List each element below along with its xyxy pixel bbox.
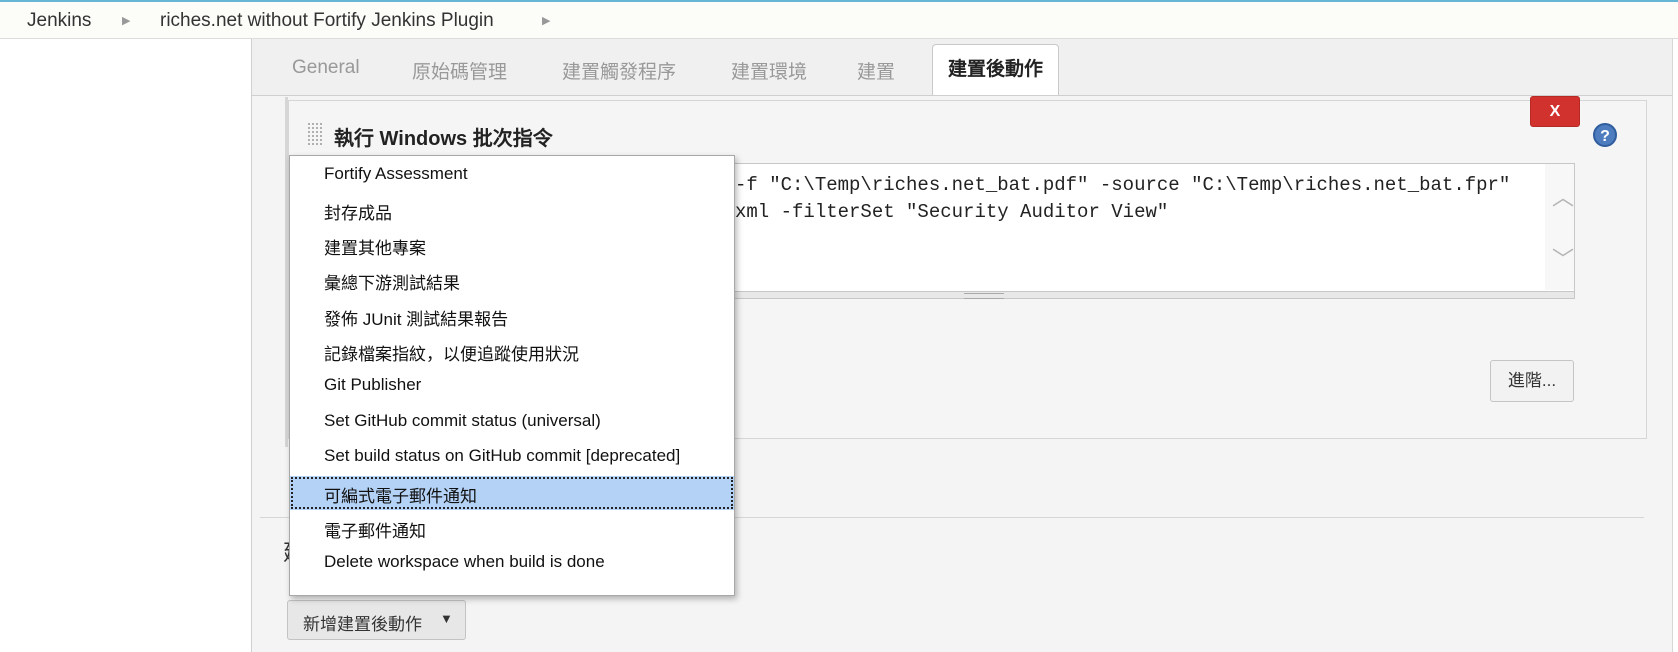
menu-item-build-other-projects[interactable]: 建置其他專案 bbox=[290, 228, 734, 262]
command-line-2: xml -filterSet "Security Auditor View" bbox=[735, 201, 1169, 223]
chevron-right-icon[interactable]: ▶ bbox=[122, 14, 130, 27]
tab-post-build-actions[interactable]: 建置後動作 bbox=[932, 44, 1060, 95]
tab-build-triggers[interactable]: 建置觸發程序 bbox=[562, 57, 676, 84]
menu-item-delete-workspace[interactable]: Delete workspace when build is done bbox=[290, 546, 734, 580]
menu-item-label: Delete workspace when build is done bbox=[324, 552, 605, 571]
build-step-title: 執行 Windows 批次指令 bbox=[334, 128, 553, 150]
drag-handle-icon[interactable] bbox=[307, 122, 323, 146]
menu-item-github-commit-status[interactable]: Set GitHub commit status (universal) bbox=[290, 405, 734, 439]
menu-item-label: Git Publisher bbox=[324, 375, 422, 394]
menu-item-label: 建置其他專案 bbox=[324, 239, 426, 258]
menu-item-email-notification[interactable]: 電子郵件通知 bbox=[290, 511, 734, 545]
breadcrumb-item-jenkins[interactable]: Jenkins bbox=[27, 10, 91, 32]
add-post-build-action-button[interactable]: 新增建置後動作 ▼ bbox=[287, 600, 466, 640]
caret-down-icon: ▼ bbox=[440, 611, 453, 626]
menu-item-editable-email[interactable]: 可編式電子郵件通知 bbox=[290, 476, 734, 510]
delete-step-button[interactable]: X bbox=[1530, 96, 1580, 127]
menu-item-label: 封存成品 bbox=[324, 204, 392, 223]
side-panel bbox=[0, 39, 252, 652]
menu-item-publish-junit[interactable]: 發佈 JUnit 測試結果報告 bbox=[290, 299, 734, 333]
breadcrumb-item-project[interactable]: riches.net without Fortify Jenkins Plugi… bbox=[160, 10, 494, 32]
add-post-build-action-label: 新增建置後動作 bbox=[303, 615, 422, 634]
chevron-right-icon[interactable]: ▶ bbox=[542, 14, 550, 27]
tab-source-code-management[interactable]: 原始碼管理 bbox=[412, 57, 507, 84]
menu-item-label: 發佈 JUnit 測試結果報告 bbox=[324, 310, 509, 329]
menu-item-github-build-status-deprecated[interactable]: Set build status on GitHub commit [depre… bbox=[290, 440, 734, 474]
menu-item-fortify-assessment[interactable]: Fortify Assessment bbox=[290, 158, 734, 192]
tab-build[interactable]: 建置 bbox=[857, 57, 895, 84]
help-icon[interactable]: ? bbox=[1593, 123, 1617, 147]
menu-item-label: 彙總下游測試結果 bbox=[324, 274, 460, 293]
advanced-button[interactable]: 進階... bbox=[1490, 360, 1574, 402]
menu-item-label: Fortify Assessment bbox=[324, 164, 468, 183]
menu-item-label: 可編式電子郵件通知 bbox=[324, 487, 477, 506]
menu-item-label: 電子郵件通知 bbox=[324, 522, 426, 541]
scroll-down-icon[interactable]: ﹀ bbox=[1552, 242, 1574, 274]
menu-item-label: Set build status on GitHub commit [depre… bbox=[324, 446, 681, 465]
menu-item-record-fingerprints[interactable]: 記錄檔案指紋，以便追蹤使用狀況 bbox=[290, 334, 734, 368]
scroll-up-icon[interactable]: ︿ bbox=[1552, 180, 1574, 212]
menu-item-aggregate-downstream-tests[interactable]: 彙總下游測試結果 bbox=[290, 263, 734, 297]
post-build-action-menu: Fortify Assessment 封存成品 建置其他專案 彙總下游測試結果 … bbox=[289, 155, 735, 596]
menu-item-git-publisher[interactable]: Git Publisher bbox=[290, 369, 734, 403]
config-tab-bar: General 原始碼管理 建置觸發程序 建置環境 建置 建置後動作 bbox=[252, 39, 1672, 96]
menu-item-archive-artifacts[interactable]: 封存成品 bbox=[290, 193, 734, 227]
command-line-1: -f "C:\Temp\riches.net_bat.pdf" -source … bbox=[735, 174, 1511, 196]
menu-item-label: Set GitHub commit status (universal) bbox=[324, 411, 601, 430]
menu-item-label: 記錄檔案指紋，以便追蹤使用狀況 bbox=[324, 345, 579, 364]
tab-build-environment[interactable]: 建置環境 bbox=[731, 57, 807, 84]
resize-grip-icon[interactable] bbox=[964, 293, 1004, 299]
breadcrumb: Jenkins ▶ riches.net without Fortify Jen… bbox=[0, 2, 1678, 39]
tab-general[interactable]: General bbox=[292, 57, 360, 79]
